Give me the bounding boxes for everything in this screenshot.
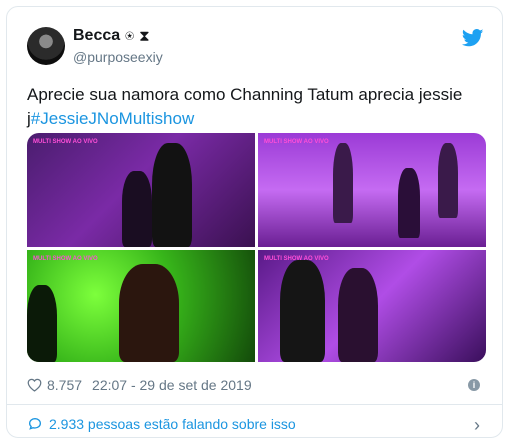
media-photo-4[interactable]: MULTI SHOW AO VIVO: [258, 250, 486, 362]
guitarist-figure: [333, 143, 353, 223]
tweet-text: Aprecie sua namora como Channing Tatum a…: [27, 83, 487, 131]
tweet-meta: 8.757 22:07 - 29 de set de 2019: [27, 377, 252, 393]
user-handle[interactable]: @purposeexiy: [73, 49, 163, 65]
info-icon[interactable]: i: [468, 379, 480, 391]
performer-figure: [338, 268, 378, 362]
hashtag-link[interactable]: #JessieJNoMultishow: [31, 109, 194, 128]
channel-logo: MULTI SHOW AO VIVO: [264, 139, 329, 145]
like-count: 8.757: [47, 377, 83, 393]
display-name[interactable]: Becca ⍟ ⧗: [73, 27, 150, 45]
likes[interactable]: 8.757: [27, 377, 82, 393]
chevron-right-icon[interactable]: ›: [474, 415, 480, 436]
media-photo-1[interactable]: MULTI SHOW AO VIVO: [27, 133, 255, 247]
person-figure: [152, 143, 192, 247]
timestamp[interactable]: 22:07 - 29 de set de 2019: [92, 377, 252, 393]
media-photo-3[interactable]: MULTI SHOW AO VIVO: [27, 250, 255, 362]
divider: [7, 404, 502, 405]
twitter-bird-icon[interactable]: [462, 29, 484, 47]
performer-figure: [122, 171, 152, 247]
display-name-text[interactable]: Becca: [73, 27, 120, 45]
person-figure: [27, 285, 57, 362]
performer-figure: [398, 168, 420, 238]
conversation-text: 2.933 pessoas estão falando sobre isso: [49, 416, 296, 432]
avatar[interactable]: [27, 27, 65, 65]
channel-logo: MULTI SHOW AO VIVO: [33, 139, 98, 145]
tweet-card[interactable]: Becca ⍟ ⧗ @purposeexiy Aprecie sua namor…: [6, 6, 503, 438]
performer-figure: [119, 264, 179, 362]
guitarist-figure: [438, 143, 458, 218]
heart-icon: [27, 378, 42, 392]
media-grid[interactable]: MULTI SHOW AO VIVO MULTI SHOW AO VIVO MU…: [27, 133, 486, 362]
speech-bubble-icon: [28, 417, 42, 430]
badge-icon: ⍟: [125, 27, 135, 45]
channel-logo: MULTI SHOW AO VIVO: [33, 256, 98, 262]
person-figure: [280, 260, 325, 362]
conversation-link[interactable]: 2.933 pessoas estão falando sobre isso: [27, 416, 296, 432]
hourglass-icon: ⧗: [139, 27, 150, 45]
media-photo-2[interactable]: MULTI SHOW AO VIVO: [258, 133, 486, 247]
